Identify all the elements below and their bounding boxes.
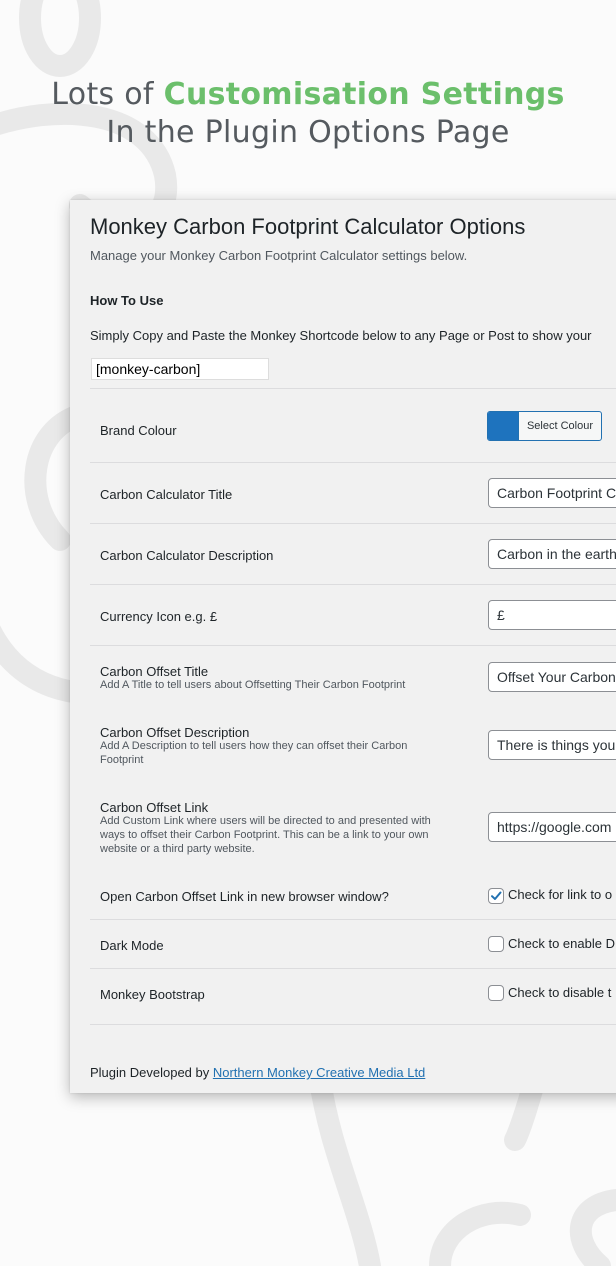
- dark-mode-label: Dark Mode: [100, 938, 164, 953]
- calculator-title-label: Carbon Calculator Title: [100, 487, 233, 502]
- bootstrap-checkbox[interactable]: [488, 985, 504, 1001]
- shortcode-field[interactable]: [monkey-carbon]: [91, 358, 269, 380]
- offset-description-help: Add A Description to tell users how they…: [100, 740, 408, 766]
- select-colour-label: Select Colour: [518, 412, 601, 440]
- checkmark-icon: [491, 891, 502, 900]
- currency-icon-input[interactable]: £: [488, 600, 616, 630]
- hero-line-2: In the Plugin Options Page: [106, 115, 510, 150]
- calculator-description-input[interactable]: Carbon in the earth: [488, 539, 616, 569]
- currency-icon-label: Currency Icon e.g. £: [100, 609, 218, 624]
- bootstrap-label: Monkey Bootstrap: [100, 987, 205, 1002]
- offset-description-input[interactable]: There is things you: [488, 730, 616, 760]
- divider: [90, 462, 616, 463]
- hero-accent: Customisation Settings: [163, 77, 565, 112]
- divider: [90, 1024, 616, 1025]
- divider: [90, 645, 616, 646]
- new-window-label: Open Carbon Offset Link in new browser w…: [100, 889, 389, 904]
- dark-mode-checkbox-label: Check to enable D: [508, 936, 615, 951]
- options-panel-viewport: Monkey Carbon Footprint Calculator Optio…: [70, 200, 616, 1093]
- divider: [90, 523, 616, 524]
- divider: [90, 388, 616, 389]
- new-window-checkbox-label: Check for link to o: [508, 887, 613, 902]
- offset-link-label: Carbon Offset Link: [100, 800, 209, 815]
- divider: [90, 584, 616, 585]
- calculator-title-input[interactable]: Carbon Footprint C: [488, 478, 616, 508]
- offset-title-description: Add A Title to tell users about Offsetti…: [100, 679, 406, 691]
- hero-prefix: Lots of: [51, 77, 164, 112]
- offset-link-input[interactable]: https://google.com: [488, 812, 616, 842]
- colour-swatch: [488, 412, 518, 440]
- options-panel: Monkey Carbon Footprint Calculator Optio…: [70, 200, 616, 1093]
- page-subtitle: Manage your Monkey Carbon Footprint Calc…: [90, 248, 468, 263]
- divider: [90, 968, 616, 969]
- new-window-checkbox[interactable]: [488, 888, 504, 904]
- developer-link[interactable]: Northern Monkey Creative Media Ltd: [213, 1065, 425, 1080]
- offset-title-label: Carbon Offset Title: [100, 664, 209, 679]
- hero-line-1: Lots of Customisation Settings: [0, 76, 616, 114]
- calculator-description-label: Carbon Calculator Description: [100, 548, 274, 563]
- hero-heading: Lots of Customisation Settings In the Pl…: [0, 76, 616, 152]
- footer-prefix: Plugin Developed by: [90, 1065, 213, 1080]
- offset-title-input[interactable]: Offset Your Carbon: [488, 662, 616, 692]
- brand-colour-label: Brand Colour: [100, 423, 177, 438]
- how-to-use-heading: How To Use: [90, 293, 164, 308]
- select-colour-button[interactable]: Select Colour: [487, 411, 602, 441]
- divider: [90, 919, 616, 920]
- dark-mode-checkbox[interactable]: [488, 936, 504, 952]
- offset-link-description: Add Custom Link where users will be dire…: [100, 815, 431, 855]
- footer-credit: Plugin Developed by Northern Monkey Crea…: [90, 1065, 425, 1080]
- bootstrap-checkbox-label: Check to disable t: [508, 985, 612, 1000]
- offset-description-label: Carbon Offset Description: [100, 725, 250, 740]
- page-title: Monkey Carbon Footprint Calculator Optio…: [90, 214, 526, 239]
- how-to-use-instructions: Simply Copy and Paste the Monkey Shortco…: [90, 328, 592, 343]
